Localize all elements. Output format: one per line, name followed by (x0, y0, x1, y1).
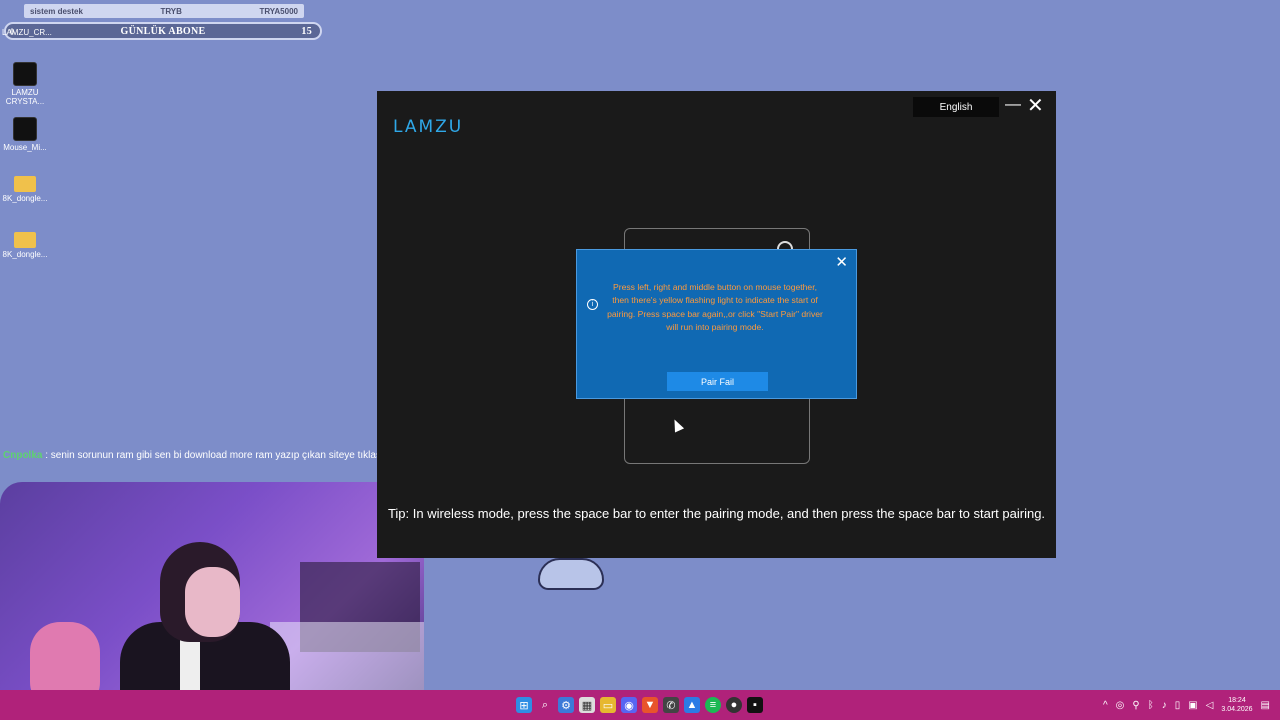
chevron-up-icon[interactable]: ^ (1103, 700, 1108, 711)
explorer-icon[interactable]: ▭ (600, 697, 616, 713)
desktop-icon-label: LAMZU_CR... (2, 28, 52, 37)
steam-icon[interactable]: ◎ (1116, 700, 1125, 711)
desktop-icon-label: 8K_dongle... (2, 194, 48, 203)
webcam-feed (0, 482, 424, 718)
pairing-tip: Tip: In wireless mode, press the space b… (387, 506, 1046, 521)
volume-icon[interactable]: ◁ (1206, 700, 1214, 711)
microphone-icon[interactable]: ♪ (1162, 700, 1167, 711)
close-window-button[interactable]: ✕ (1027, 96, 1044, 116)
app-shortcut-icon (13, 62, 37, 86)
search-icon[interactable]: ⌕ (537, 697, 553, 713)
taskbar-apps: ⊞ ⌕ ⚙ ▦ ▭ ◉ ▼ ✆ ▲ ≡ ● ▪ (516, 690, 763, 720)
pair-fail-button[interactable]: Pair Fail (667, 372, 768, 391)
lamzu-logo: LAMZU (393, 117, 464, 137)
terminal-icon[interactable]: ▪ (747, 697, 763, 713)
chat-text: : senin sorunun ram gibi sen bi download… (42, 450, 398, 461)
ticker-right: TRYA5000 (259, 6, 298, 16)
pairing-dialog: ✕ i Press left, right and middle button … (576, 249, 857, 399)
desktop-icon-8k-dongle-1[interactable]: 8K_dongle... (1, 172, 49, 203)
desktop-icon-label: Mouse_Mi... (3, 143, 47, 152)
desktop-icon-lamzu-cr[interactable]: LAMZU_CR... (2, 28, 52, 37)
battery-icon[interactable]: ▯ (1175, 700, 1181, 711)
system-tray: ^ ◎ ⚲ ᛒ ♪ ▯ ▣ ◁ 18:24 3.04.2026 ▤ (1103, 690, 1280, 720)
ticker-mid: TRYB (160, 6, 182, 16)
minimize-button[interactable]: — (1005, 97, 1021, 117)
usb-icon[interactable]: ⚲ (1132, 700, 1139, 711)
overlay-ticker: sistem destek TRYB TRYA5000 (24, 4, 304, 18)
windows-icon[interactable]: ⊞ (516, 697, 532, 713)
spotify-icon[interactable]: ≡ (705, 697, 721, 713)
whatsapp-icon[interactable]: ✆ (663, 697, 679, 713)
desktop-icon-label: 8K_dongle... (2, 250, 48, 259)
desktop-icon-label: LAMZU CRYSTA... (5, 88, 45, 106)
desktop-icon-8k-dongle-2[interactable]: 8K_dongle... (1, 228, 49, 259)
photos-icon[interactable]: ▲ (684, 697, 700, 713)
taskbar: ⊞ ⌕ ⚙ ▦ ▭ ◉ ▼ ✆ ▲ ≡ ● ▪ ^ ◎ ⚲ ᛒ ♪ ▯ ▣ ◁ … (0, 690, 1280, 720)
daily-sub-count: 15 (301, 25, 312, 37)
dialog-close-button[interactable]: ✕ (835, 254, 848, 272)
folder-icon (14, 176, 36, 192)
clock-time: 18:24 (1228, 697, 1246, 704)
settings-icon[interactable]: ⚙ (558, 697, 574, 713)
chat-message: Cnpolka : senin sorunun ram gibi sen bi … (3, 448, 403, 463)
language-select[interactable]: English (913, 97, 999, 117)
clock[interactable]: 18:24 3.04.2026 (1221, 696, 1252, 714)
desktop-icon-lamzu-crysta[interactable]: LAMZU CRYSTA... (1, 62, 49, 106)
desktop-icon-mouse-mi[interactable]: Mouse_Mi... (1, 117, 49, 152)
notification-icon[interactable]: ▤ (1261, 700, 1270, 711)
store-icon[interactable]: ▦ (579, 697, 595, 713)
cam-person-face (185, 567, 240, 637)
bluetooth-icon[interactable]: ᛒ (1148, 700, 1154, 711)
brave-icon[interactable]: ▼ (642, 697, 658, 713)
info-icon: i (587, 299, 598, 310)
ticker-left: sistem destek (30, 6, 83, 16)
discord-icon[interactable]: ◉ (621, 697, 637, 713)
folder-icon (14, 232, 36, 248)
network-icon[interactable]: ▣ (1188, 700, 1197, 711)
pairing-instructions: Press left, right and middle button on m… (607, 282, 823, 332)
github-icon[interactable]: ● (726, 697, 742, 713)
clock-date: 3.04.2026 (1221, 706, 1253, 713)
chat-username: Cnpolka (3, 450, 43, 461)
app-shortcut-icon (13, 117, 37, 141)
daily-sub-title: GÜNLÜK ABONE (120, 25, 206, 37)
mascot-sticker (538, 558, 604, 590)
